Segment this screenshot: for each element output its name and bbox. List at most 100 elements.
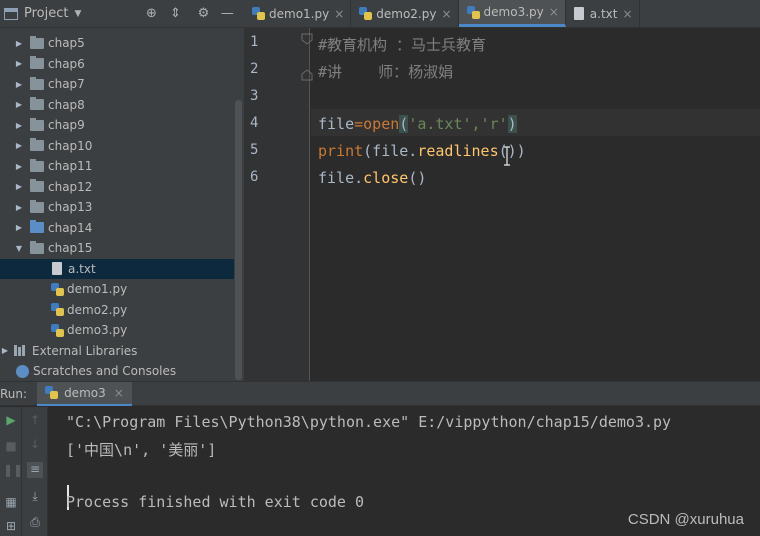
tree-item-chap11[interactable]: ▶ chap11: [0, 156, 234, 177]
code-line-4: file=open('a.txt','r'): [318, 115, 517, 133]
tree-item-label: chap12: [48, 179, 93, 194]
chevron-right-icon[interactable]: ▶: [14, 39, 24, 48]
chevron-down-icon[interactable]: ▼: [74, 9, 81, 19]
chevron-right-icon[interactable]: ▶: [14, 162, 24, 171]
close-icon[interactable]: ×: [549, 5, 559, 19]
chevron-down-icon[interactable]: ▼: [14, 244, 24, 253]
tree-item-label: chap8: [48, 97, 85, 112]
stop-icon[interactable]: ■: [3, 439, 19, 455]
code-token: print: [318, 142, 364, 160]
run-toolbar-secondary: ↑ ↓ ≡ ⤓ ⎙: [22, 407, 48, 536]
close-icon[interactable]: ×: [622, 7, 632, 21]
tab-label: demo3.py: [483, 5, 544, 19]
tree-item-chap10[interactable]: ▶ chap10: [0, 136, 234, 157]
tree-item-label: External Libraries: [32, 343, 138, 358]
tab-demo1[interactable]: demo1.py ×: [244, 0, 352, 27]
close-icon[interactable]: ×: [441, 7, 451, 21]
watermark: CSDN @xuruhua: [627, 511, 744, 528]
console-line: Process finished with exit code 0: [66, 493, 365, 511]
run-panel: Run: demo3 × ▶ ■ ❚❚ ▦ ⊞ ↑ ↓ ≡ ⤓ ⎙ "C:\Pr…: [0, 381, 760, 536]
rerun-icon[interactable]: ▶: [3, 413, 19, 429]
project-tree: ▶ chap5 ▶ chap6 ▶ chap7 ▶ chap8 ▶ chap9 …: [0, 33, 234, 382]
tree-item-a-txt[interactable]: a.txt: [0, 258, 234, 279]
chevron-right-icon[interactable]: ▶: [14, 182, 24, 191]
chevron-right-icon[interactable]: ▶: [14, 59, 24, 68]
tree-item-label: Scratches and Consoles: [33, 364, 177, 379]
folder-icon: [30, 117, 44, 131]
text-file-icon: [573, 7, 584, 20]
console-line: "C:\Program Files\Python38\python.exe" E…: [66, 413, 672, 431]
code-line-1: #教育机构 ：马士兵教育: [318, 36, 487, 54]
code-token: close: [363, 169, 409, 187]
project-title[interactable]: Project: [24, 6, 68, 21]
tree-item-label: chap11: [48, 159, 93, 174]
tree-item-chap7[interactable]: ▶ chap7: [0, 74, 234, 95]
editor-tabbar: demo1.py × demo2.py × demo3.py × a.txt ×: [244, 0, 760, 28]
pause-icon[interactable]: ❚❚: [3, 463, 23, 479]
python-file-icon: [51, 282, 64, 296]
tree-item-scratches[interactable]: Scratches and Consoles: [0, 361, 234, 382]
tree-item-demo1[interactable]: demo1.py: [0, 279, 234, 300]
collapse-icon[interactable]: ⇕: [165, 6, 185, 21]
tree-item-label: chap10: [48, 138, 93, 153]
tree-item-label: chap15: [48, 241, 93, 256]
tree-item-label: chap6: [48, 56, 85, 71]
chevron-right-icon[interactable]: ▶: [14, 100, 24, 109]
run-tab-demo3[interactable]: demo3 ×: [37, 381, 132, 406]
print-icon[interactable]: ⎙: [27, 515, 43, 531]
code-line-5: print(file.readlines()): [318, 142, 526, 160]
layout-icon[interactable]: ▦: [3, 495, 19, 511]
tree-item-label: chap5: [48, 36, 85, 51]
python-file-icon: [51, 323, 64, 337]
tree-item-chap15[interactable]: ▼ chap15: [0, 238, 234, 259]
locate-icon[interactable]: ⊕: [141, 6, 161, 21]
arrow-down-icon[interactable]: ↓: [27, 437, 43, 453]
tree-item-external-libraries[interactable]: ▶ External Libraries: [0, 341, 234, 362]
tab-a-txt[interactable]: a.txt ×: [566, 0, 640, 27]
tree-item-chap12[interactable]: ▶ chap12: [0, 177, 234, 198]
tree-item-demo2[interactable]: demo2.py: [0, 300, 234, 321]
folder-icon: [30, 199, 44, 213]
tree-item-chap14[interactable]: ▶ chap14: [0, 218, 234, 239]
project-scrollbar[interactable]: [235, 100, 242, 380]
arrow-up-icon[interactable]: ↑: [27, 413, 43, 429]
gear-icon[interactable]: ⚙: [193, 6, 213, 21]
chevron-right-icon[interactable]: ▶: [14, 141, 24, 150]
tree-item-label: demo1.py: [67, 282, 128, 297]
fold-markers[interactable]: [300, 32, 314, 92]
run-toolbar: ▶ ■ ❚❚ ▦ ⊞: [0, 407, 23, 536]
chevron-right-icon[interactable]: ▶: [14, 203, 24, 212]
line-number: 1: [250, 34, 259, 50]
chevron-right-icon[interactable]: ▶: [14, 223, 24, 232]
close-icon[interactable]: ×: [334, 7, 344, 21]
code-editor[interactable]: 1 2 3 4 5 6 #教育机构 ：马士兵教育 #讲 师：杨淑娟 file=o…: [244, 28, 760, 381]
code-token: file: [318, 115, 355, 133]
tree-item-chap13[interactable]: ▶ chap13: [0, 197, 234, 218]
tab-demo3[interactable]: demo3.py ×: [458, 0, 566, 27]
tree-item-chap8[interactable]: ▶ chap8: [0, 95, 234, 116]
chevron-right-icon[interactable]: ▶: [14, 80, 24, 89]
code-token: open: [363, 115, 400, 133]
project-panel: Project ▼ ⊕ ⇕ ⚙ — ▶ chap5 ▶ chap6 ▶ chap…: [0, 0, 244, 381]
python-file-icon: [466, 5, 480, 19]
tab-demo2[interactable]: demo2.py ×: [351, 0, 459, 27]
chevron-right-icon[interactable]: ▶: [0, 346, 10, 355]
tree-item-chap5[interactable]: ▶ chap5: [0, 33, 234, 54]
code-token: ): [507, 115, 517, 133]
tree-item-chap9[interactable]: ▶ chap9: [0, 115, 234, 136]
python-file-icon: [45, 386, 59, 399]
soft-wrap-icon[interactable]: ≡: [27, 462, 43, 478]
line-number: 4: [250, 115, 259, 131]
minimize-icon[interactable]: —: [217, 6, 237, 21]
folder-icon: [30, 56, 44, 70]
code-token: 'a.txt','r': [408, 115, 508, 133]
tree-item-demo3[interactable]: demo3.py: [0, 320, 234, 341]
scroll-to-end-icon[interactable]: ⤓: [27, 489, 43, 505]
line-number: 2: [250, 61, 259, 77]
code-token: (): [408, 169, 427, 187]
chevron-right-icon[interactable]: ▶: [14, 121, 24, 130]
pin-icon[interactable]: ⊞: [3, 519, 19, 535]
close-icon[interactable]: ×: [114, 386, 124, 400]
code-token: (file.: [363, 142, 418, 160]
tree-item-chap6[interactable]: ▶ chap6: [0, 54, 234, 75]
